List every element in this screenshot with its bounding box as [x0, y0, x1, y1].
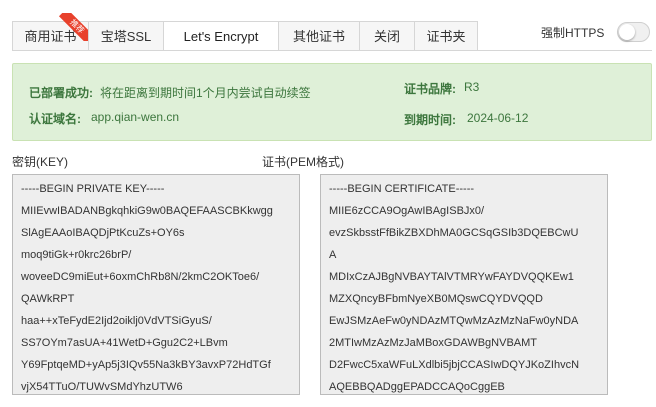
tab-divider	[12, 50, 652, 51]
tab-label: 宝塔SSL	[100, 29, 152, 44]
tab-label: Let's Encrypt	[183, 29, 259, 44]
cert-title: 证书(PEM格式)	[262, 155, 344, 169]
cert-line: EwJSMzAeFw0yNDAzMTQwMzAzMzNaFw0yNDA	[329, 315, 579, 327]
deploy-status-value: 将在距离到期时间1个月内尝试自动续签	[100, 86, 311, 100]
cert-line: D2FwcC5xaWFuLXdlbi5jbjCCASIwDQYJKoZIhvcN	[329, 359, 580, 371]
cert-line: -----BEGIN CERTIFICATE-----	[329, 183, 475, 195]
cert-line: MZXQncyBFbmNyeXB0MQswCQYDVQQD	[329, 293, 543, 305]
key-line: -----BEGIN PRIVATE KEY-----	[21, 183, 165, 195]
key-line: moq9tiGk+r0krc26brP/	[21, 249, 132, 261]
ssl-tab-bar: 商用证书 推荐 宝塔SSL Let's Encrypt 其他证书 关闭 证书夹	[12, 13, 478, 51]
recommended-ribbon: 推荐	[57, 13, 91, 41]
key-line: woveeDC9miEut+6oxmChRb8N/2kmC2OKToe6/	[21, 271, 260, 283]
tab-label: 其他证书	[292, 29, 345, 44]
certificate-textarea[interactable]: -----BEGIN CERTIFICATE----- MIIE6zCCA9Og…	[320, 174, 608, 395]
domain-value: app.qian-wen.cn	[91, 110, 180, 124]
key-line: QAWkRPT	[21, 293, 75, 305]
cert-line: AQEBBQADggEPADCCAQoCggEB	[329, 381, 505, 393]
key-title: 密钥(KEY)	[12, 155, 69, 169]
tab-cert-folder[interactable]: 证书夹	[414, 21, 478, 51]
tab-commercial-cert[interactable]: 商用证书 推荐	[12, 13, 91, 51]
cert-status-panel: 已部署成功: 将在距离到期时间1个月内尝试自动续签 认证域名: app.qian…	[12, 63, 652, 141]
cert-line: evzSkbsstFfBikZBXDhMA0GCSqGSIb3DQEBCwU	[329, 227, 579, 239]
tab-lets-encrypt[interactable]: Let's Encrypt	[163, 21, 279, 51]
brand-value: R3	[464, 80, 480, 94]
cert-line: MIIE6zCCA9OgAwIBAgISBJx0/	[329, 205, 485, 217]
force-https-label: 强制HTTPS	[541, 26, 605, 40]
tab-baota-ssl[interactable]: 宝塔SSL	[88, 21, 164, 51]
toggle-knob	[619, 24, 635, 40]
tab-label: 证书夹	[426, 29, 466, 44]
key-line: SS7OYm7asUA+41WetD+Ggu2C2+LBvm	[21, 337, 228, 349]
force-https-toggle[interactable]	[617, 22, 650, 42]
tab-label: 关闭	[373, 29, 400, 44]
private-key-textarea[interactable]: -----BEGIN PRIVATE KEY----- MIIEvwIBADAN…	[12, 174, 300, 395]
domain-label: 认证域名:	[29, 112, 81, 126]
key-line: Y69FptqeMD+yAp5j3IQv55Na3kBY3avxP72HdTGf	[21, 359, 271, 371]
cert-line: 2MTIwMzAzMzJaMBoxGDAWBgNVBAMT	[329, 337, 538, 349]
brand-label: 证书品牌:	[404, 82, 456, 96]
tab-other-cert[interactable]: 其他证书	[278, 21, 360, 51]
expire-value: 2024-06-12	[467, 111, 529, 125]
cert-line: A	[329, 249, 337, 261]
deploy-status-label: 已部署成功:	[29, 86, 93, 100]
cert-line: MDIxCzAJBgNVBAYTAlVTMRYwFAYDVQQKEw1	[329, 271, 574, 283]
key-line: haa++xTeFydE2Ijd2oiklj0VdVTSiGyuS/	[21, 315, 212, 327]
tab-close[interactable]: 关闭	[359, 21, 415, 51]
key-line: vjX54TTuO/TUWvSMdYhzUTW6	[21, 381, 183, 393]
key-line: MIIEvwIBADANBgkqhkiG9w0BAQEFAASCBKkwgg	[21, 205, 273, 217]
key-line: SlAgEAAoIBAQDjPtKcuZs+OY6s	[21, 227, 185, 239]
expire-label: 到期时间:	[404, 113, 456, 127]
